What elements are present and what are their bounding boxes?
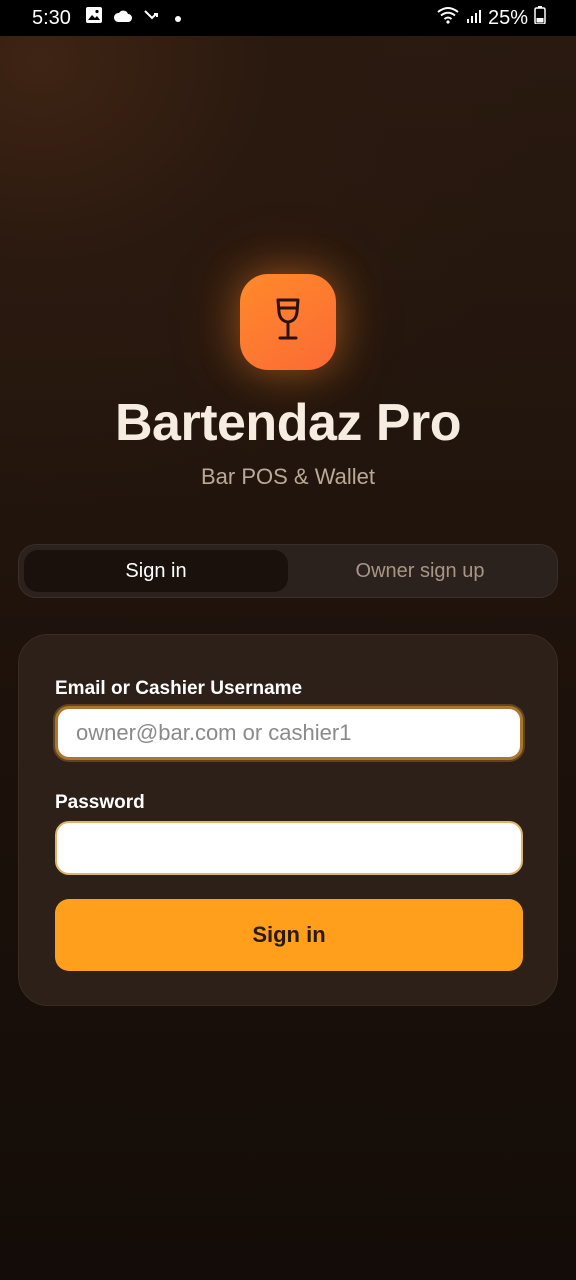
status-bar: 5:30 25% <box>0 0 576 36</box>
status-left: 5:30 <box>32 6 183 30</box>
battery-icon <box>534 6 546 30</box>
app-logo <box>240 274 336 370</box>
battery-percent: 25% <box>487 6 528 29</box>
email-field[interactable] <box>55 706 523 760</box>
wine-glass-icon <box>271 297 305 348</box>
dot-icon <box>173 7 183 30</box>
status-time: 5:30 <box>32 6 71 29</box>
status-right: 25% <box>436 6 546 30</box>
password-label: Password <box>55 792 145 813</box>
signal-icon <box>466 7 482 30</box>
gallery-icon <box>85 6 103 30</box>
email-label: Email or Cashier Username <box>55 678 303 699</box>
auth-tabs: Sign in Owner sign up <box>18 544 558 598</box>
sign-in-card: Email or Cashier Username Password Sign … <box>18 634 558 1006</box>
missed-call-icon <box>143 7 163 30</box>
password-field[interactable] <box>55 821 523 875</box>
app-title: Bartendaz Pro <box>114 394 462 452</box>
tab-sign-in[interactable]: Sign in <box>24 550 288 592</box>
sign-in-button[interactable]: Sign in <box>55 899 523 971</box>
app-subtitle: Bar POS & Wallet <box>200 464 375 489</box>
tab-owner-sign-up[interactable]: Owner sign up <box>288 550 552 592</box>
wifi-icon <box>436 6 460 30</box>
cloud-icon <box>113 7 133 30</box>
